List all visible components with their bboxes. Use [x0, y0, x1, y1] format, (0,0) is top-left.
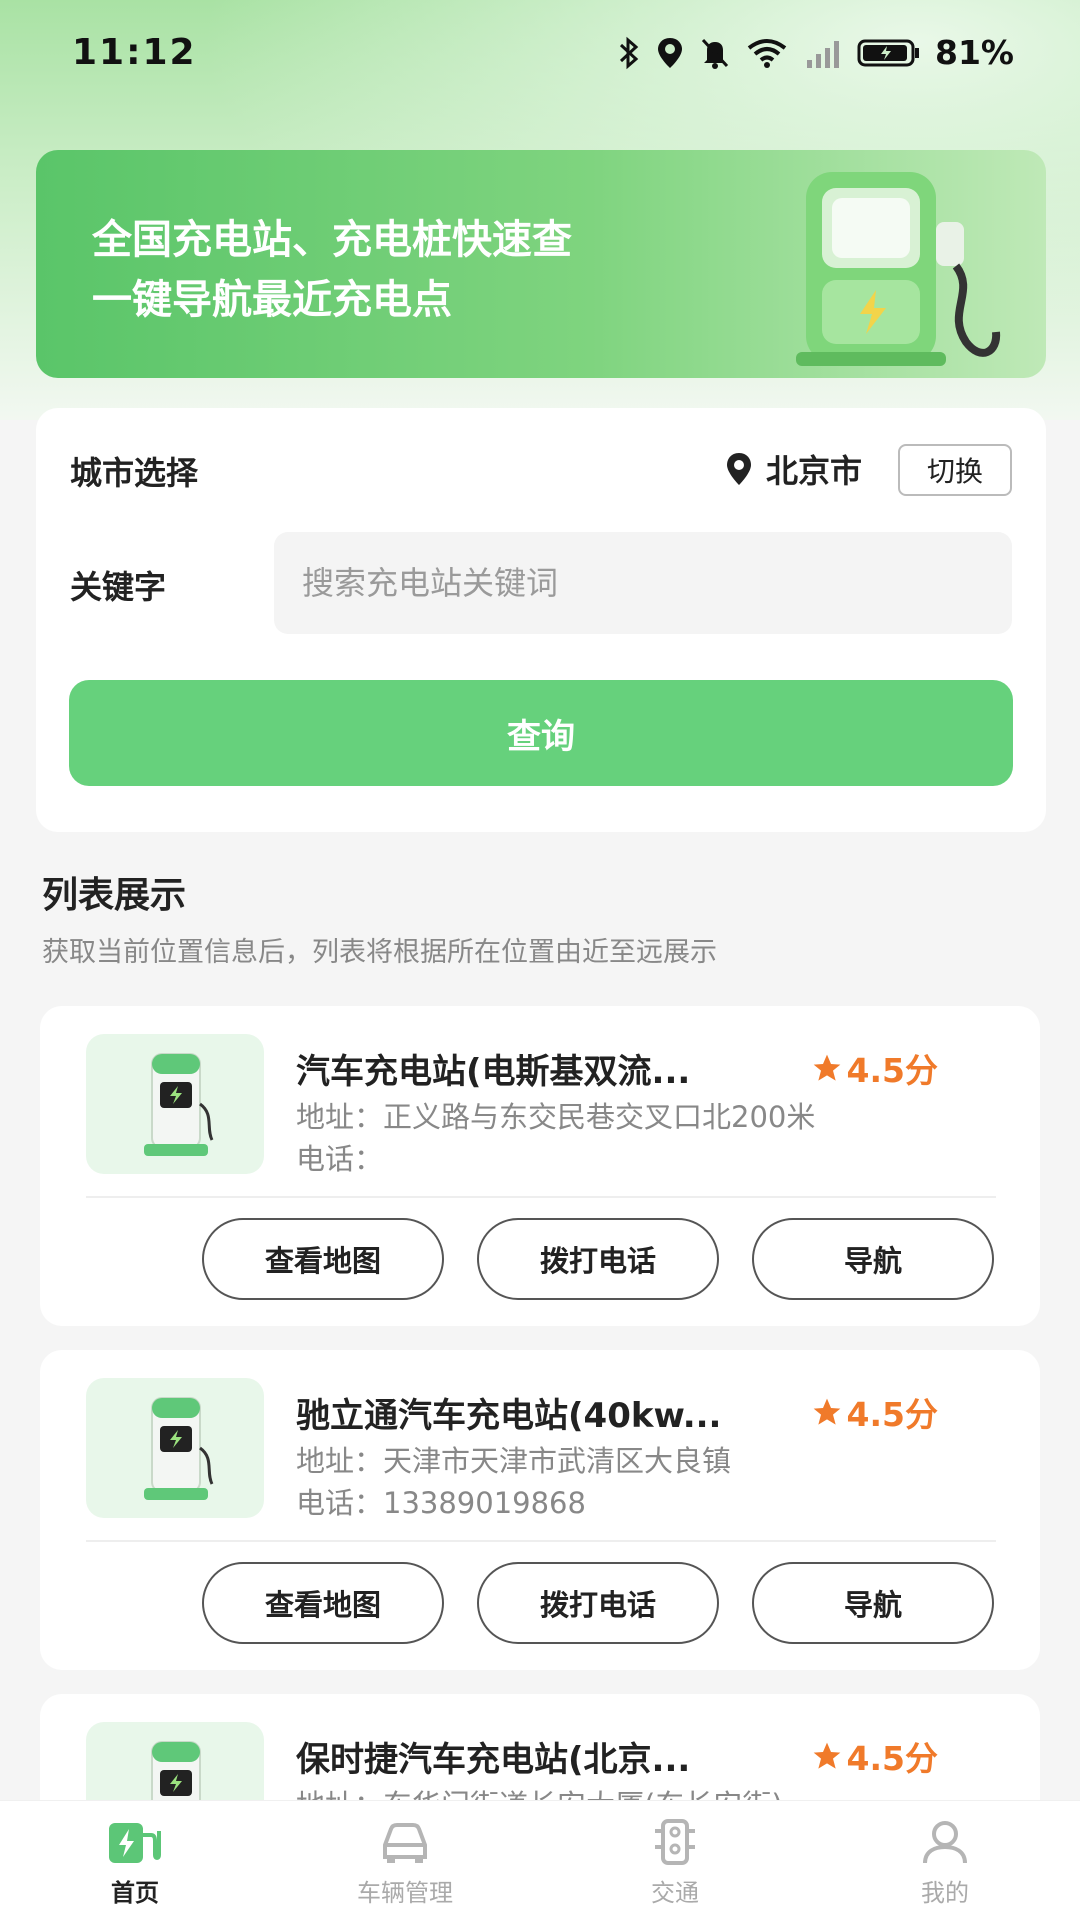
status-bar: 11:12 81% — [0, 0, 1080, 105]
query-button[interactable]: 查询 — [69, 680, 1013, 786]
station-rating: 4.5分 — [811, 1732, 938, 1780]
station-name: 驰立通汽车充电站(40kw... — [296, 1396, 722, 1436]
user-icon — [923, 1821, 967, 1864]
charging-station-illustration — [796, 172, 1001, 366]
keyword-label: 关键字 — [70, 568, 167, 606]
location-pin-icon — [726, 453, 751, 485]
status-icons: 81% — [617, 33, 1014, 72]
call-button[interactable]: 拨打电话 — [477, 1218, 719, 1300]
city-select-label: 城市选择 — [70, 454, 199, 492]
station-thumbnail — [86, 1378, 264, 1518]
location-icon — [658, 37, 682, 68]
rating-value: 4.5分 — [846, 1739, 938, 1778]
station-card[interactable]: 保时捷汽车充电站(北京... 4.5分 地址：东华门街道长安大厦(东长安街) — [40, 1694, 1040, 1800]
list-subtitle: 获取当前位置信息后，列表将根据所在位置由近至远展示 — [42, 937, 717, 968]
battery-icon — [857, 39, 919, 66]
station-card[interactable]: 驰立通汽车充电站(40kw... 4.5分 地址：天津市天津市武清区大良镇 电话… — [40, 1350, 1040, 1670]
search-card: 城市选择 北京市 切换 关键字 查询 — [36, 408, 1046, 832]
tab-mine[interactable]: 我的 — [845, 1801, 1045, 1908]
station-phone: 电话： — [296, 1142, 384, 1176]
tab-vehicle-management[interactable]: 车辆管理 — [305, 1801, 505, 1908]
current-city-name: 北京市 — [765, 452, 862, 490]
tab-traffic[interactable]: 交通 — [575, 1801, 775, 1908]
station-name: 汽车充电站(电斯基双流... — [296, 1052, 691, 1092]
signal-icon — [807, 40, 839, 68]
navigate-button[interactable]: 导航 — [752, 1562, 994, 1644]
banner-line-2: 一键导航最近充电点 — [92, 277, 452, 323]
station-phone: 电话：13389019868 — [296, 1486, 586, 1520]
promo-banner[interactable]: 全国充电站、充电桩快速查 一键导航最近充电点 — [36, 150, 1046, 378]
station-name: 保时捷汽车充电站(北京... — [296, 1740, 691, 1780]
station-thumbnail — [86, 1034, 264, 1174]
divider — [86, 1196, 996, 1198]
station-address: 地址：东华门街道长安大厦(东长安街) — [296, 1782, 783, 1800]
banner-line-1: 全国充电站、充电桩快速查 — [92, 217, 572, 263]
station-thumbnail — [86, 1722, 264, 1800]
bluetooth-icon — [619, 36, 639, 69]
switch-city-button[interactable]: 切换 — [898, 444, 1012, 496]
station-rating: 4.5分 — [811, 1044, 938, 1092]
rating-value: 4.5分 — [846, 1395, 938, 1434]
ev-charger-icon — [144, 1397, 214, 1500]
star-icon — [813, 1398, 840, 1425]
navigate-button[interactable]: 导航 — [752, 1218, 994, 1300]
ev-charger-icon — [151, 1741, 201, 1800]
station-card[interactable]: 汽车充电站(电斯基双流... 4.5分 地址：正义路与东交民巷交叉口北200米 … — [40, 1006, 1040, 1326]
tab-label: 首页 — [111, 1879, 159, 1907]
rating-value: 4.5分 — [846, 1051, 938, 1090]
battery-percentage: 81% — [935, 33, 1014, 72]
status-time: 11:12 — [72, 32, 197, 73]
divider — [86, 1540, 996, 1542]
view-map-button[interactable]: 查看地图 — [202, 1218, 444, 1300]
star-icon — [813, 1054, 840, 1081]
traffic-light-icon — [655, 1819, 695, 1865]
bottom-tab-bar: 首页 车辆管理 交通 我的 — [0, 1800, 1080, 1920]
keyword-search-input[interactable] — [274, 532, 1012, 634]
station-address: 地址：天津市天津市武清区大良镇 — [296, 1444, 732, 1478]
call-button[interactable]: 拨打电话 — [477, 1562, 719, 1644]
mute-icon — [701, 38, 729, 69]
banner-text: 全国充电站、充电桩快速查 一键导航最近充电点 — [92, 210, 572, 330]
current-city[interactable]: 北京市 — [724, 446, 862, 492]
station-address: 地址：正义路与东交民巷交叉口北200米 — [296, 1100, 816, 1134]
view-map-button[interactable]: 查看地图 — [202, 1562, 444, 1644]
car-icon — [383, 1823, 427, 1863]
tab-label: 我的 — [921, 1879, 969, 1907]
list-title: 列表展示 — [42, 875, 187, 916]
ev-charger-icon — [144, 1053, 214, 1156]
charger-icon — [109, 1823, 161, 1863]
wifi-icon — [747, 38, 787, 68]
tab-label: 车辆管理 — [357, 1879, 453, 1907]
star-icon — [813, 1742, 840, 1769]
tab-home[interactable]: 首页 — [35, 1801, 235, 1908]
station-rating: 4.5分 — [811, 1388, 938, 1436]
tab-label: 交通 — [651, 1879, 699, 1907]
